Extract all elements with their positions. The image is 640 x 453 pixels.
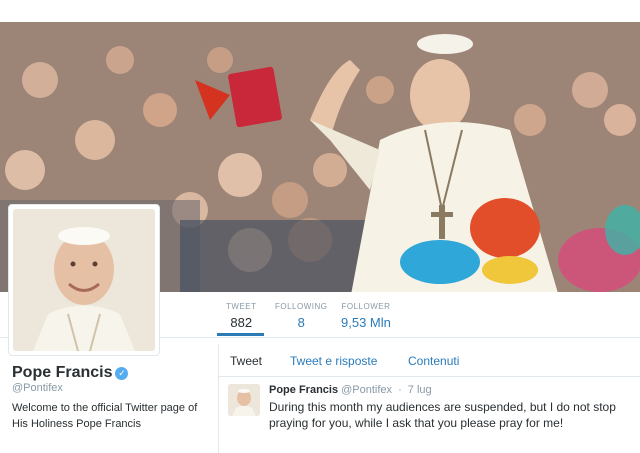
tweet-header: Pope Francis @Pontifex · 7 lug — [269, 384, 432, 396]
profile-name[interactable]: Pope Francis ✓ — [12, 364, 129, 382]
top-white-strip — [0, 0, 640, 22]
avatar-image — [13, 209, 155, 351]
tweet-author-handle[interactable]: @Pontifex — [341, 384, 392, 396]
tweet-date[interactable]: 7 lug — [408, 384, 432, 396]
stat-following[interactable]: FOLLOWING 8 — [275, 302, 328, 330]
tweet-separator: · — [398, 384, 402, 396]
avatar-portrait — [13, 209, 155, 351]
tweet-avatar[interactable] — [228, 384, 260, 416]
profile-avatar[interactable] — [8, 204, 160, 356]
stat-tweets-label: TWEET — [226, 302, 257, 311]
stat-followers[interactable]: FOLLOWER 9,53 Mln — [341, 302, 391, 330]
tab-media[interactable]: Contenuti — [408, 354, 459, 368]
profile-handle[interactable]: @Pontifex — [12, 382, 63, 394]
profile-name-text: Pope Francis — [12, 364, 113, 381]
active-stat-underline — [217, 333, 264, 336]
verified-badge-icon: ✓ — [115, 367, 129, 380]
stat-followers-label: FOLLOWER — [341, 302, 391, 311]
tab-tweets-and-replies[interactable]: Tweet e risposte — [290, 354, 377, 368]
stat-following-value: 8 — [297, 315, 305, 330]
timeline: Tweet Tweet e risposte Contenuti Pope Fr… — [218, 344, 640, 453]
tweet-item[interactable]: Pope Francis @Pontifex · 7 lug During thi… — [219, 377, 640, 453]
stat-tweets[interactable]: TWEET 882 — [226, 302, 257, 330]
tweet-text: During this month my audiences are suspe… — [269, 400, 616, 430]
tweet-avatar-portrait — [228, 384, 260, 416]
stat-tweets-value: 882 — [230, 315, 253, 330]
timeline-tabs: Tweet Tweet e risposte Contenuti — [219, 344, 640, 377]
profile-bio: Welcome to the official Twitter page of … — [12, 402, 198, 430]
stat-followers-value: 9,53 Mln — [341, 315, 391, 330]
tab-tweet[interactable]: Tweet — [230, 354, 262, 368]
stat-following-label: FOLLOWING — [275, 302, 328, 311]
tweet-author-name[interactable]: Pope Francis — [269, 384, 338, 396]
